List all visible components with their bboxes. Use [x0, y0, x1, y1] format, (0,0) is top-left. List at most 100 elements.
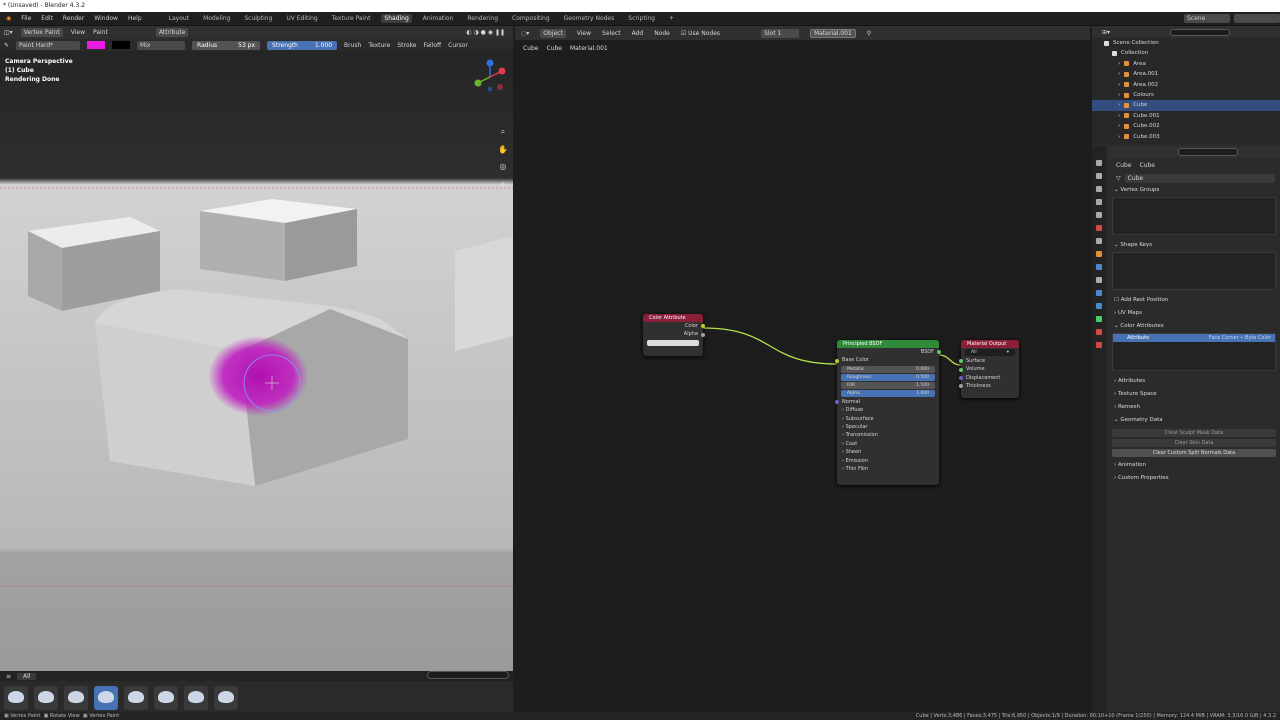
texture-tab-icon[interactable] — [1096, 342, 1102, 348]
tab-sculpting[interactable]: Sculpting — [241, 14, 275, 23]
color-attribute-node[interactable]: Color Attribute Color Alpha — [643, 314, 705, 356]
menu-edit[interactable]: Edit — [41, 15, 53, 22]
panel-vertex-groups[interactable]: ⌄ Vertex Groups — [1108, 184, 1280, 197]
panel-diffuse[interactable]: › Diffuse — [837, 406, 939, 414]
tab-compositing[interactable]: Compositing — [509, 14, 553, 23]
panel-custom-properties[interactable]: › Custom Properties — [1108, 472, 1280, 485]
outliner-item-cube-003[interactable]: › Cube.003 — [1092, 132, 1280, 142]
viewport-canvas[interactable]: Camera Perspective (1) Cube Rendering Do… — [0, 51, 513, 687]
physics-tab-icon[interactable] — [1096, 290, 1102, 296]
view-menu[interactable]: View — [71, 29, 85, 36]
outliner-item-cube-001[interactable]: › Cube.001 — [1092, 111, 1280, 121]
world-tab-icon[interactable] — [1096, 225, 1102, 231]
constraints-tab-icon[interactable] — [1096, 303, 1102, 309]
asset-tab-all[interactable]: All — [17, 672, 37, 680]
clear-split-normals-button[interactable]: Clear Custom Split Normals Data — [1112, 449, 1276, 457]
tab-layout[interactable]: Layout — [166, 14, 192, 23]
lock-icon[interactable]: 🔒︎ — [501, 179, 505, 189]
brush-thumbnail[interactable] — [154, 686, 178, 710]
clear-sculpt-mask-button[interactable]: Clear Sculpt Mask Data — [1112, 429, 1276, 437]
outliner-item-cube-002[interactable]: › Cube.002 — [1092, 121, 1280, 131]
material-tab-icon[interactable] — [1096, 329, 1102, 335]
tool-tab-icon[interactable] — [1096, 160, 1102, 166]
outliner-search-input[interactable] — [1170, 28, 1231, 36]
zoom-icon[interactable]: ⌕ — [501, 127, 505, 137]
add-workspace-button[interactable]: + — [666, 14, 677, 23]
brush-thumbnail[interactable] — [214, 686, 238, 710]
blend-mode-selector[interactable]: Mix — [137, 40, 186, 50]
brush-menu[interactable]: Brush — [344, 42, 361, 49]
falloff-menu[interactable]: Falloff — [423, 42, 441, 49]
brush-thumbnail[interactable] — [184, 686, 208, 710]
scene-field[interactable]: Scene — [1184, 14, 1230, 23]
panel-geometry-data[interactable]: ⌄ Geometry Data — [1108, 414, 1280, 427]
panel-emission[interactable]: › Emission — [837, 457, 939, 465]
vertex-groups-list[interactable] — [1112, 197, 1276, 235]
tab-shading[interactable]: Shading — [381, 14, 412, 23]
brush-thumbnail[interactable] — [124, 686, 148, 710]
tab-uv-editing[interactable]: UV Editing — [283, 14, 320, 23]
panel-attributes[interactable]: › Attributes — [1108, 375, 1280, 388]
metallic-field[interactable]: Metallic 0.000 — [841, 365, 935, 373]
asset-search-input[interactable] — [427, 671, 509, 679]
tab-texture-paint[interactable]: Texture Paint — [329, 14, 374, 23]
scene-tab-icon[interactable] — [1096, 212, 1102, 218]
panel-uv-maps[interactable]: › UV Maps — [1108, 307, 1280, 320]
brush-thumbnail-active[interactable] — [94, 686, 118, 710]
panel-animation[interactable]: › Animation — [1108, 459, 1280, 472]
alpha-field[interactable]: Alpha 1.000 — [841, 389, 935, 397]
panel-shape-keys[interactable]: ⌄ Shape Keys — [1108, 239, 1280, 252]
pan-hand-icon[interactable]: ✋ — [498, 145, 508, 154]
panel-texture-space[interactable]: › Texture Space — [1108, 388, 1280, 401]
properties-search-input[interactable] — [1178, 148, 1238, 156]
strength-slider[interactable]: Strength 1.000 — [267, 40, 338, 50]
camera-icon[interactable]: ◎ — [500, 162, 507, 171]
blender-logo-icon[interactable]: ◉ — [6, 15, 11, 22]
ior-field[interactable]: IOR 1.500 — [841, 381, 935, 389]
attribute-name-field[interactable] — [647, 339, 699, 346]
filter-icon[interactable]: ⊞▾ — [1102, 29, 1110, 36]
shelf-menu-icon[interactable]: ≡ — [6, 673, 11, 680]
outliner-collection[interactable]: Collection — [1092, 48, 1280, 58]
secondary-color-swatch[interactable] — [112, 41, 131, 49]
render-tab-icon[interactable] — [1096, 173, 1102, 179]
outliner-item-colours[interactable]: › Colours — [1092, 90, 1280, 100]
menu-file[interactable]: File — [21, 15, 31, 22]
panel-subsurface[interactable]: › Subsurface — [837, 415, 939, 423]
roughness-field[interactable]: Roughness 0.500 — [841, 373, 935, 381]
texture-menu[interactable]: Texture — [368, 42, 390, 49]
mode-selector[interactable]: Vertex Paint — [20, 28, 63, 37]
socket-displacement[interactable] — [959, 375, 963, 380]
panel-transmission[interactable]: › Transmission — [837, 431, 939, 439]
material-output-node[interactable]: Material Output All ▾ Surface Volume Disp… — [959, 340, 1019, 398]
tab-rendering[interactable]: Rendering — [464, 14, 501, 23]
outliner-item-cube[interactable]: › Cube — [1092, 100, 1280, 111]
outliner-scene-collection[interactable]: Scene Collection — [1092, 38, 1280, 48]
object-tab-icon[interactable] — [1096, 251, 1102, 257]
collection-tab-icon[interactable] — [1096, 238, 1102, 244]
socket-base-color[interactable] — [835, 358, 839, 363]
view-layer-tab-icon[interactable] — [1096, 199, 1102, 205]
stroke-menu[interactable]: Stroke — [397, 42, 416, 49]
outliner-item-area-001[interactable]: › Area.001 — [1092, 69, 1280, 79]
view-layer-field[interactable] — [1234, 14, 1280, 23]
brush-thumbnail[interactable] — [34, 686, 58, 710]
socket-thickness[interactable] — [959, 384, 963, 389]
paint-menu[interactable]: Paint — [93, 29, 108, 36]
cursor-menu[interactable]: Cursor — [448, 42, 468, 49]
socket-alpha[interactable] — [701, 332, 705, 337]
editor-type-icon[interactable]: ◫▾ — [4, 29, 13, 36]
paint-color-swatch[interactable] — [87, 41, 106, 49]
tab-geometry-nodes[interactable]: Geometry Nodes — [561, 14, 618, 23]
shape-keys-list[interactable] — [1112, 252, 1276, 290]
color-attribute-row[interactable]: Attribute Face Corner ∙ Byte Color — [1113, 334, 1275, 342]
principled-bsdf-node[interactable]: Principled BSDF BSDF Base Color Metallic… — [835, 340, 941, 485]
socket-volume[interactable] — [959, 367, 963, 372]
navigation-gizmo-icon[interactable] — [470, 57, 510, 97]
menu-help[interactable]: Help — [128, 15, 142, 22]
output-tab-icon[interactable] — [1096, 186, 1102, 192]
panel-thin-film[interactable]: › Thin Film — [837, 465, 939, 473]
panel-sheen[interactable]: › Sheen — [837, 448, 939, 456]
socket-normal[interactable] — [835, 399, 839, 404]
panel-remesh[interactable]: › Remesh — [1108, 401, 1280, 414]
